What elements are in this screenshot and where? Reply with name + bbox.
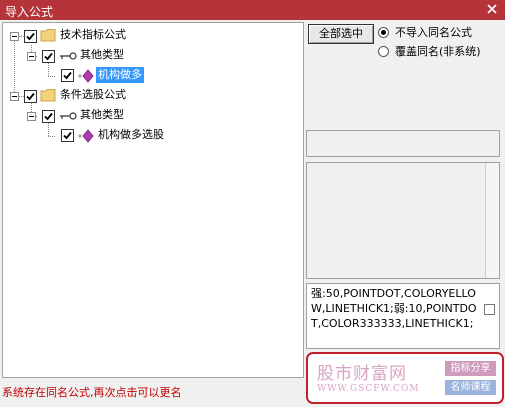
code-text: 强:50,POINTDOT,COLORYELLOW,LINETHICK1;弱:1… <box>311 287 477 330</box>
formula-description-area[interactable] <box>306 162 500 279</box>
tree-checkbox[interactable] <box>61 69 74 82</box>
formula-code-preview[interactable]: 强:50,POINTDOT,COLORYELLOW,LINETHICK1;弱:1… <box>306 283 500 349</box>
tree-item-label: 机构做多 <box>96 67 144 83</box>
code-checkbox[interactable] <box>484 304 495 315</box>
tree-item-label: 技术指标公式 <box>60 28 126 41</box>
vertical-scrollbar[interactable] <box>485 163 499 278</box>
tree-checkbox[interactable] <box>24 90 37 103</box>
formula-tree[interactable]: 技术指标公式 其他类型 机构做多 条件选股公式 其他类型 机构做多选股 <box>2 22 304 378</box>
formula-icon <box>77 129 95 146</box>
collapse-icon[interactable] <box>10 32 19 41</box>
tree-item-label: 条件选股公式 <box>60 88 126 101</box>
key-icon <box>59 110 77 125</box>
watermark-tag-indicators: 指标分享 <box>445 361 496 376</box>
tree-checkbox[interactable] <box>61 129 74 142</box>
close-icon[interactable] <box>485 1 499 17</box>
tree-line <box>48 63 49 76</box>
import-options: 全部选中 不导入同名公式 覆盖同名(非系统) <box>306 22 503 126</box>
tree-checkbox[interactable] <box>42 110 55 123</box>
window-title: 导入公式 <box>5 5 54 19</box>
title-bar: 导入公式 <box>0 0 505 20</box>
radio-dot[interactable] <box>378 46 389 57</box>
radio-dot[interactable] <box>378 27 389 38</box>
tree-line <box>48 76 55 77</box>
watermark-main-text: 股市财富网 <box>317 364 407 384</box>
tree-item-label: 其他类型 <box>80 108 124 121</box>
tree-line <box>48 136 55 137</box>
tree-item-label: 机构做多选股 <box>98 128 164 141</box>
select-all-button[interactable]: 全部选中 <box>308 24 374 44</box>
folder-icon <box>40 28 56 45</box>
collapse-icon[interactable] <box>27 112 36 121</box>
watermark-url: WWW.GSCFW.COM <box>317 384 420 394</box>
formula-icon <box>77 69 95 86</box>
key-icon <box>59 50 77 65</box>
collapse-icon[interactable] <box>10 92 19 101</box>
radio-label: 不导入同名公式 <box>395 26 472 39</box>
tree-line <box>48 123 49 136</box>
tree-checkbox[interactable] <box>24 30 37 43</box>
watermark-tag-courses: 名师课程 <box>445 380 496 395</box>
collapse-icon[interactable] <box>27 52 36 61</box>
radio-label: 覆盖同名(非系统) <box>395 45 481 58</box>
tree-checkbox[interactable] <box>42 50 55 63</box>
tree-line <box>14 40 15 96</box>
folder-icon <box>40 88 56 105</box>
formula-name-field[interactable] <box>306 130 500 157</box>
watermark-logo: 股市财富网 WWW.GSCFW.COM 指标分享 名师课程 <box>306 352 504 404</box>
tree-item-label: 其他类型 <box>80 48 124 61</box>
status-message: 系统存在同名公式,再次点击可以更名 <box>2 386 182 399</box>
